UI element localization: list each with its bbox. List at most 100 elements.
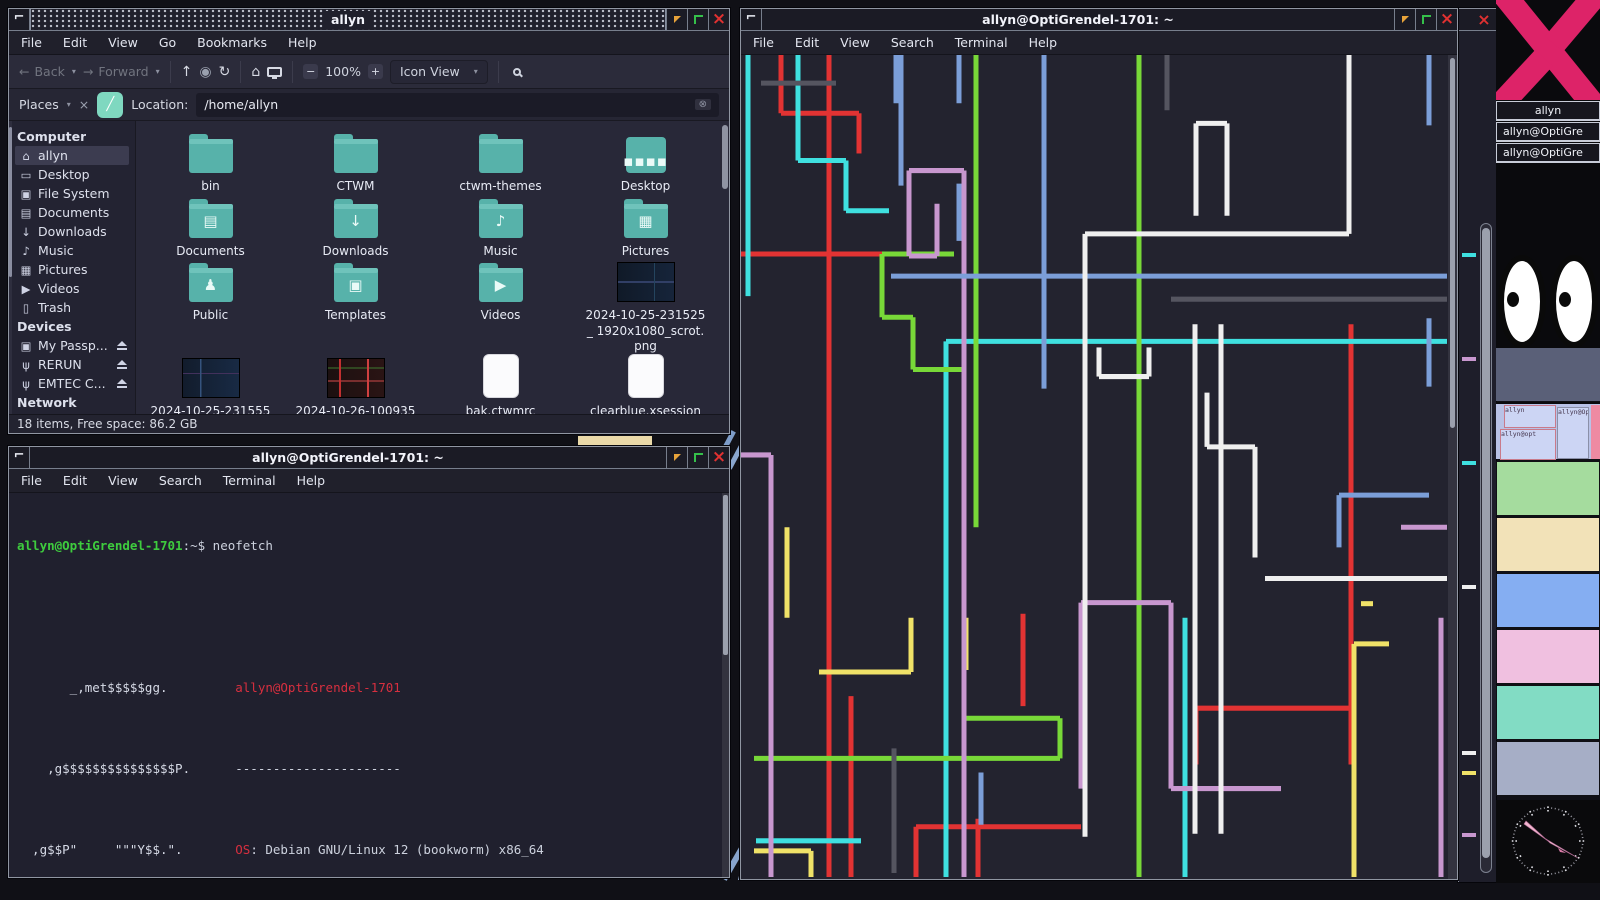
file-item[interactable]: bin xyxy=(138,131,283,195)
occupy-button[interactable] xyxy=(666,447,687,468)
file-item[interactable]: ▦ Pictures xyxy=(573,196,718,260)
sidebar-item[interactable]: ♪ Music xyxy=(15,241,135,260)
occupy-button[interactable] xyxy=(1394,9,1415,30)
scrollbar[interactable] xyxy=(1480,223,1492,873)
menu-item[interactable]: File xyxy=(21,35,42,50)
scrollbar-thumb[interactable] xyxy=(1450,58,1455,428)
location-input[interactable]: /home/allyn ⊗ xyxy=(196,92,719,117)
file-item[interactable]: ♪ Music xyxy=(428,196,573,260)
eject-icon[interactable] xyxy=(117,341,127,350)
sidebar-item[interactable]: ▣ My Passp... xyxy=(15,336,135,355)
terminal-content[interactable]: allyn@OptiGrendel-1701:~$ neofetch _,met… xyxy=(9,493,729,877)
empty-workspace-button[interactable] xyxy=(1496,348,1600,401)
workspace-button[interactable] xyxy=(1496,741,1600,796)
zoom-out-button[interactable]: − xyxy=(303,64,319,79)
close-button[interactable]: × xyxy=(708,447,729,468)
zoom-in-button[interactable]: + xyxy=(367,64,383,79)
pager-mini-window[interactable]: allyn@Opt xyxy=(1557,407,1589,459)
pipes-screensaver[interactable] xyxy=(741,55,1457,879)
file-item[interactable]: ♟ Public xyxy=(138,260,283,355)
file-item[interactable]: ▪▪▪▪ Desktop xyxy=(573,131,718,195)
workspace-button[interactable] xyxy=(1496,573,1600,628)
sidebar-item[interactable]: ▣ File System xyxy=(15,184,135,203)
occupy-button[interactable] xyxy=(666,9,687,30)
sidebar-item[interactable]: ↓ Downloads xyxy=(15,222,135,241)
maximize-button[interactable] xyxy=(1415,9,1436,30)
close-button[interactable]: × xyxy=(708,9,729,30)
menu-item[interactable]: File xyxy=(21,473,42,488)
background-terminal-window[interactable]: × xyxy=(1458,8,1496,882)
workspace-button[interactable] xyxy=(1496,685,1600,740)
up-button[interactable]: ↑ xyxy=(181,64,193,80)
scrollbar[interactable] xyxy=(1448,55,1457,879)
menu-item[interactable]: Go xyxy=(159,35,176,50)
sidebar-item[interactable]: ▦ Pictures xyxy=(15,260,135,279)
sidebar-item[interactable]: ▭ Desktop xyxy=(15,165,135,184)
menu-item[interactable]: Help xyxy=(1029,35,1058,50)
scrollbar-thumb[interactable] xyxy=(9,127,12,277)
home-button[interactable]: ⌂ xyxy=(251,64,260,80)
sidebar-item[interactable]: ▶ Videos xyxy=(15,279,135,298)
menu-item[interactable]: Help xyxy=(288,35,317,50)
sidebar-item[interactable]: ▯ Trash xyxy=(15,298,135,317)
iconify-button[interactable]: ⌐ xyxy=(741,9,762,30)
icon-manager-entry[interactable]: allyn@OptiGre xyxy=(1496,143,1600,163)
sidebar-item[interactable]: ▤ Documents xyxy=(15,203,135,222)
menu-item[interactable]: Terminal xyxy=(223,473,276,488)
pager-mini-window[interactable]: allyn@opt xyxy=(1500,429,1556,460)
places-dropdown[interactable]: ▾ xyxy=(67,100,71,109)
menu-item[interactable]: Search xyxy=(891,35,934,50)
sidebar-close-button[interactable]: × xyxy=(79,97,89,112)
menu-item[interactable]: View xyxy=(840,35,870,50)
scrollbar-thumb[interactable] xyxy=(722,125,728,189)
file-item[interactable]: ctwm-themes xyxy=(428,131,573,195)
refresh-button[interactable]: ↻ xyxy=(219,64,231,80)
sidebar-item[interactable]: Network xyxy=(15,393,135,412)
sidebar-item[interactable]: ◉ Browse Netw... xyxy=(15,412,135,414)
menu-item[interactable]: View xyxy=(108,473,138,488)
workspace-button[interactable] xyxy=(1496,629,1600,684)
clear-location-icon[interactable]: ⊗ xyxy=(694,99,711,110)
workspace-button[interactable] xyxy=(1496,461,1600,516)
file-item[interactable]: ▣ Templates xyxy=(283,260,428,355)
icon-view[interactable]: bin CTWM ctwm-themes ▪▪▪▪ Desktop ▤ Docu… xyxy=(136,121,729,414)
file-item[interactable]: 2024-10-26-100935_ 1920x1080_scrot. xyxy=(283,356,428,414)
file-item[interactable]: clearblue.xsession xyxy=(573,353,718,414)
file-item[interactable]: ▤ Documents xyxy=(138,196,283,260)
sidebar-item[interactable]: ψ EMTEC C... xyxy=(15,374,135,393)
titlebar[interactable]: ⌐ allyn@OptiGrendel-1701: ~ × xyxy=(9,447,729,469)
sidebar-item[interactable]: ψ RERUN xyxy=(15,355,135,374)
menu-item[interactable]: Edit xyxy=(63,35,87,50)
scrollbar[interactable] xyxy=(722,493,729,877)
file-item[interactable]: bak.ctwmrc xyxy=(428,353,573,414)
workspace-pager[interactable]: allyn allyn@Opt allyn@opt xyxy=(1496,402,1600,460)
menu-item[interactable]: View xyxy=(108,35,138,50)
forward-dropdown[interactable]: ▾ xyxy=(156,67,160,76)
file-item[interactable]: CTWM xyxy=(283,131,428,195)
menu-item[interactable]: Terminal xyxy=(955,35,1008,50)
titlebar[interactable]: × xyxy=(1459,9,1496,31)
file-item[interactable]: 2024-10-25-231555_ 1920x1080_scrot. xyxy=(138,356,283,414)
sidebar-item[interactable]: ⌂ allyn xyxy=(15,146,129,165)
pager-mini-window[interactable]: allyn xyxy=(1504,405,1556,428)
iconify-button[interactable]: ⌐ xyxy=(9,447,30,468)
file-item[interactable]: ↓ Downloads xyxy=(283,196,428,260)
back-dropdown[interactable]: ▾ xyxy=(72,67,76,76)
menu-item[interactable]: Bookmarks xyxy=(197,35,267,50)
workspace-button[interactable] xyxy=(1496,517,1600,572)
computer-button[interactable] xyxy=(267,66,283,79)
file-item[interactable]: 2024-10-25-231525_ 1920x1080_scrot. png xyxy=(573,260,718,355)
close-button[interactable]: × xyxy=(1472,9,1496,30)
menu-item[interactable]: Edit xyxy=(63,473,87,488)
sidebar-scrollbar[interactable] xyxy=(9,121,12,414)
close-button[interactable]: × xyxy=(1436,9,1457,30)
titlebar[interactable]: ⌐ allyn × xyxy=(9,9,729,31)
sidebar-item[interactable]: Devices xyxy=(15,317,135,336)
eject-icon[interactable] xyxy=(117,360,127,369)
maximize-button[interactable] xyxy=(687,9,708,30)
scrollbar-thumb[interactable] xyxy=(723,495,728,655)
stop-button[interactable]: ◉ xyxy=(199,64,211,80)
menu-item[interactable]: Search xyxy=(159,473,202,488)
iconify-button[interactable]: ⌐ xyxy=(9,9,30,30)
forward-button[interactable]: → Forward xyxy=(83,64,149,79)
